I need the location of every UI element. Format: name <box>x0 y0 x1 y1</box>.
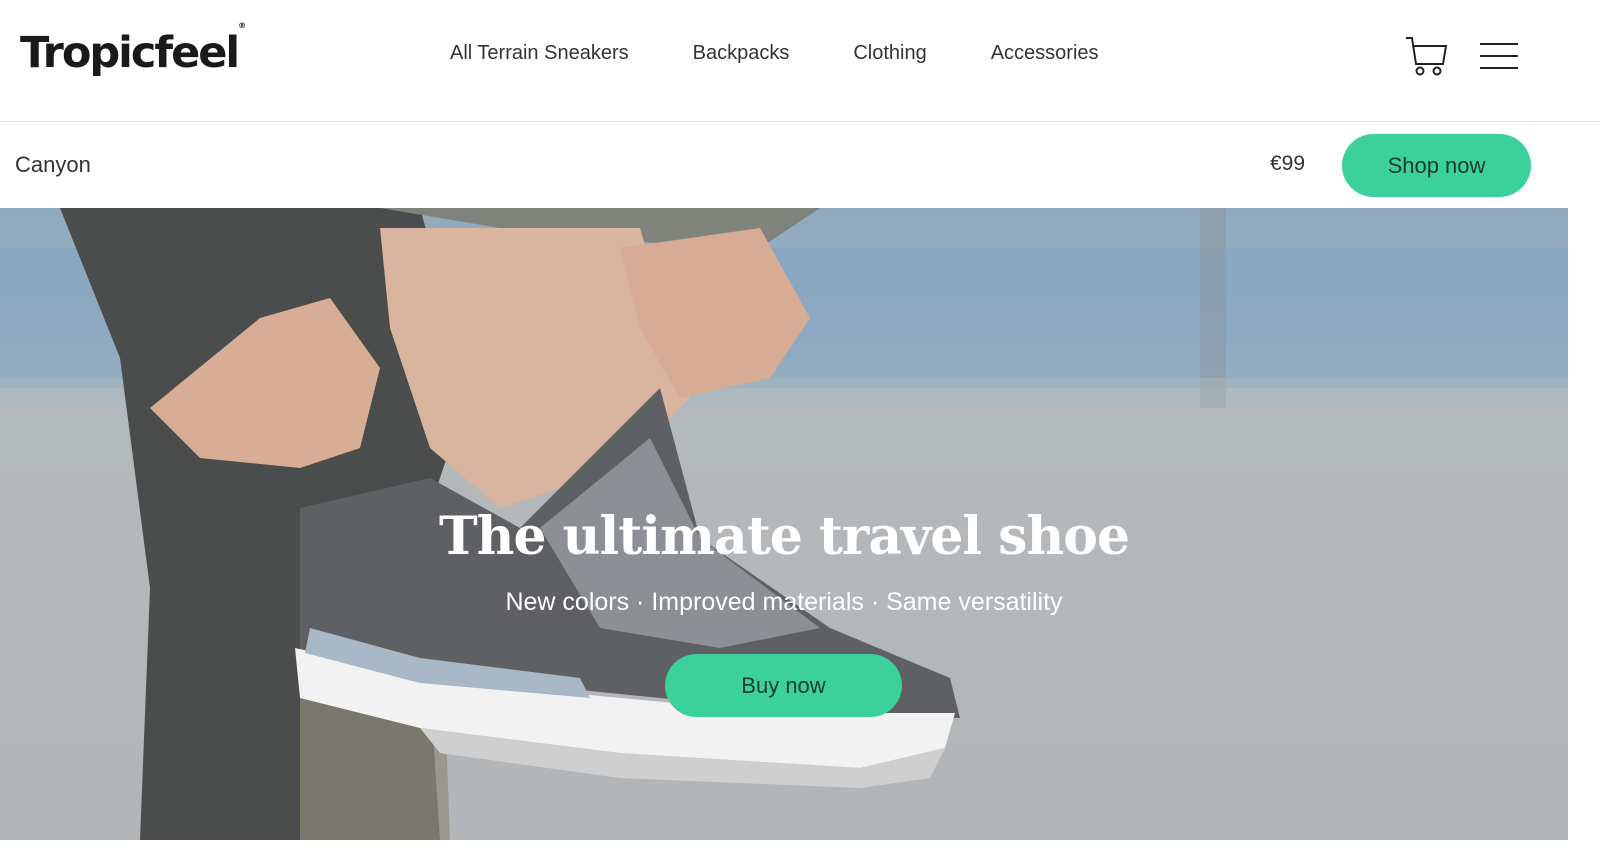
nav-item-accessories[interactable]: Accessories <box>991 42 1099 65</box>
shop-now-button[interactable]: Shop now <box>1342 134 1531 197</box>
nav-item-backpacks[interactable]: Backpacks <box>693 42 790 65</box>
hero-title: The ultimate travel shoe <box>438 506 1130 567</box>
brand-logo[interactable]: Tropicfeel® <box>20 21 246 78</box>
hero-banner: The ultimate travel shoe New colors · Im… <box>0 208 1568 840</box>
product-price: €99 <box>1270 152 1306 175</box>
main-nav: All Terrain Sneakers Backpacks Clothing … <box>450 42 1163 65</box>
page-bottom-edge <box>0 840 1568 859</box>
hero-subtitle: New colors · Improved materials · Same v… <box>505 588 1063 616</box>
logo-text: Tropicfeel <box>20 28 240 78</box>
sticky-product-bar: Canyon €99 Shop now <box>0 122 1600 208</box>
product-name: Canyon <box>15 152 91 177</box>
site-header: Tropicfeel® All Terrain Sneakers Backpac… <box>0 0 1600 122</box>
nav-item-clothing[interactable]: Clothing <box>853 42 926 65</box>
page-edge <box>1568 208 1600 859</box>
buy-now-button[interactable]: Buy now <box>665 654 902 717</box>
cart-icon[interactable] <box>1404 34 1448 78</box>
nav-item-all-terrain-sneakers[interactable]: All Terrain Sneakers <box>450 42 629 65</box>
hamburger-menu-icon[interactable] <box>1478 40 1520 72</box>
logo-trademark: ® <box>238 20 247 30</box>
